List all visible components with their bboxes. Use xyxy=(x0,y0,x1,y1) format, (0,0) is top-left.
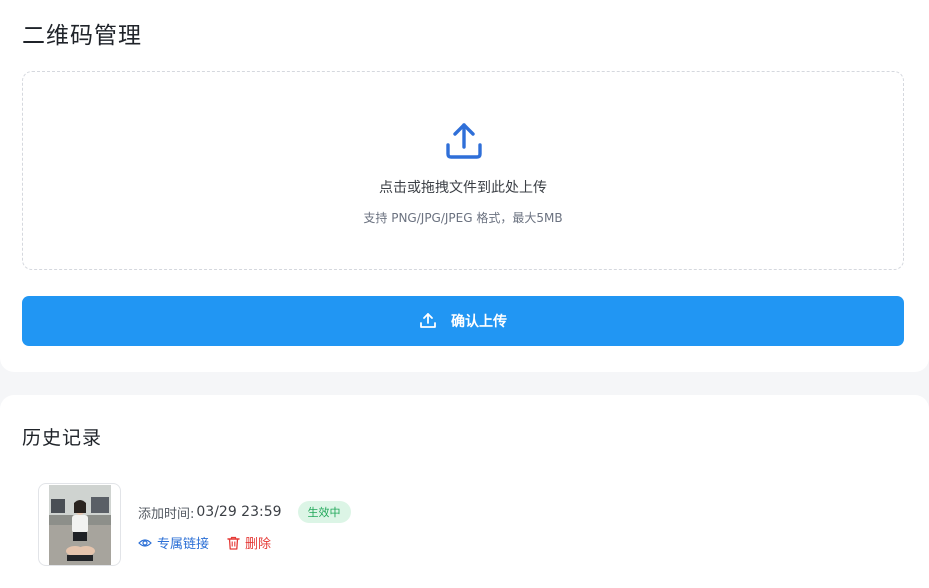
delete-label: 删除 xyxy=(245,537,272,552)
delete-button[interactable]: 删除 xyxy=(227,533,271,552)
history-title: 历史记录 xyxy=(22,427,103,449)
qr-thumbnail[interactable] xyxy=(38,483,121,566)
dropzone-format-hint: 支持 PNG/JPG/JPEG 格式，最大5MB xyxy=(363,211,563,225)
added-time-label: 添加时间: xyxy=(138,506,195,522)
trash-icon xyxy=(227,536,240,550)
thumbnail-photo xyxy=(49,485,111,565)
confirm-upload-label: 确认上传 xyxy=(451,314,507,330)
status-badge: 生效中 xyxy=(297,501,351,523)
page-title: 二维码管理 xyxy=(22,23,142,49)
upload-card: 二维码管理 点击或拖拽文件到此处上传 支持 PNG/JPG/JPEG 格式，最大… xyxy=(0,0,929,372)
dropzone-hint: 点击或拖拽文件到此处上传 xyxy=(379,180,547,196)
confirm-upload-button[interactable]: 确认上传 xyxy=(22,296,904,346)
history-list-item: 添加时间: 03/29 23:59 生效中 专属链接 删除 xyxy=(38,483,898,569)
exclusive-link-button[interactable]: 专属链接 xyxy=(138,533,209,552)
added-time-value: 03/29 23:59 xyxy=(196,504,282,520)
upload-dropzone[interactable]: 点击或拖拽文件到此处上传 支持 PNG/JPG/JPEG 格式，最大5MB xyxy=(22,71,904,270)
history-card: 历史记录 添加时间: 03/29 23:59 生效中 专属链接 删除 xyxy=(0,395,929,588)
history-item-meta: 添加时间: 03/29 23:59 生效中 xyxy=(138,501,351,523)
upload-icon xyxy=(446,123,482,159)
history-item-actions: 专属链接 删除 xyxy=(138,533,271,552)
upload-icon xyxy=(420,313,436,328)
eye-icon xyxy=(138,538,152,547)
exclusive-link-label: 专属链接 xyxy=(157,537,210,552)
